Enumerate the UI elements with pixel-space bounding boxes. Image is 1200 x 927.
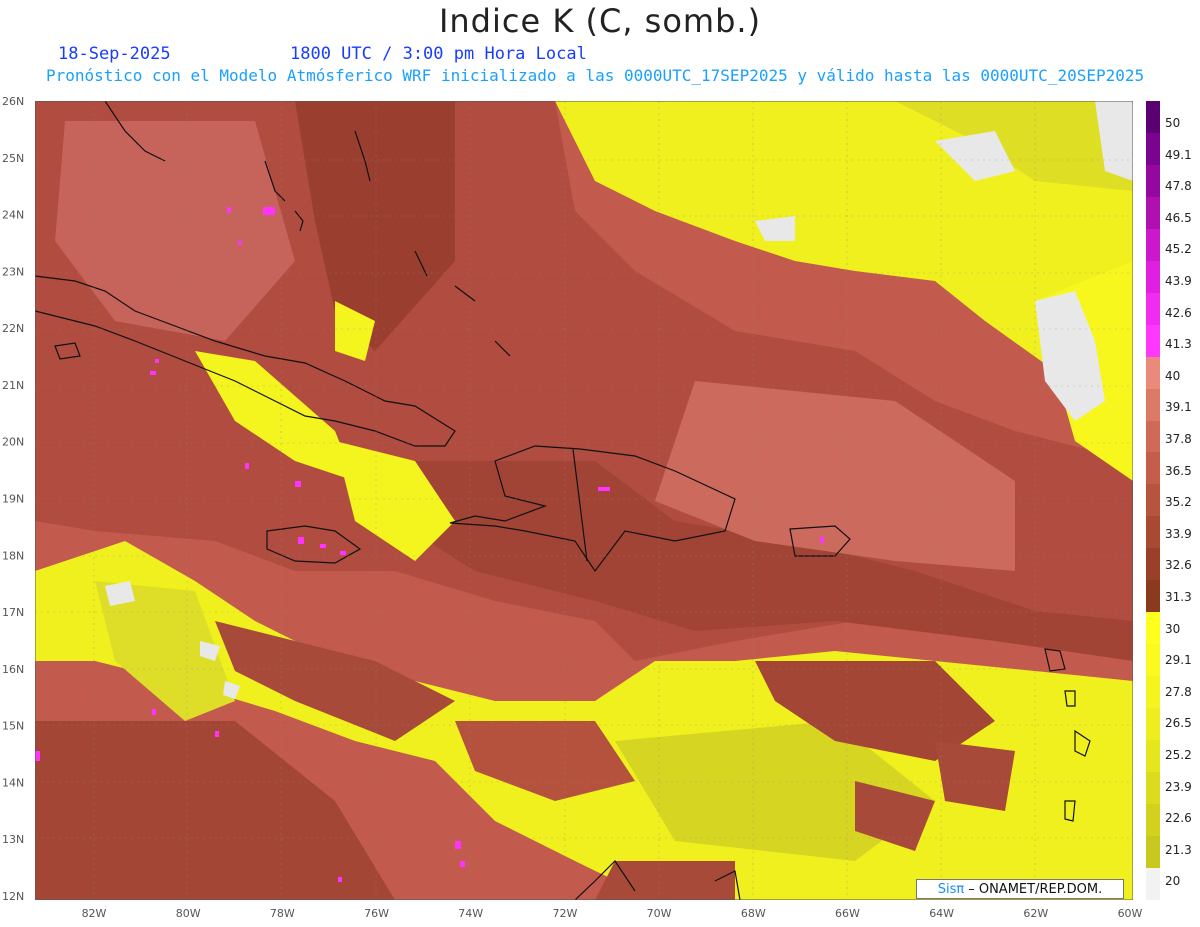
longitude-label: 72W (552, 907, 577, 920)
longitude-label: 76W (364, 907, 389, 920)
color-scale-segment (1146, 708, 1160, 741)
color-scale-segment (1146, 292, 1160, 325)
latitude-label: 25N (2, 152, 24, 165)
longitude-label: 66W (835, 907, 860, 920)
color-scale-segment (1146, 260, 1160, 293)
latitude-label: 15N (2, 720, 24, 733)
color-scale-label: 29.1 (1165, 653, 1192, 668)
color-scale-segment (1146, 132, 1160, 165)
color-scale-segment (1146, 580, 1160, 613)
color-scale-segment (1146, 612, 1160, 645)
longitude-label: 60W (1118, 907, 1143, 920)
color-scale-segment (1146, 452, 1160, 485)
color-scale-label: 33.9 (1165, 526, 1192, 541)
color-scale-label: 39.1 (1165, 400, 1192, 415)
color-scale-label: 25.2 (1165, 748, 1192, 762)
credit-text: – ONAMET/REP.DOM. (968, 881, 1103, 897)
color-scale-label: 30 (1165, 621, 1181, 636)
color-scale-label: 43.9 (1165, 274, 1192, 288)
longitude-label: 82W (82, 907, 107, 920)
latitude-label: 12N (2, 890, 24, 903)
longitude-label: 70W (647, 907, 672, 920)
forecast-date: 18-Sep-2025 (58, 44, 171, 64)
color-scale-label: 23.9 (1165, 779, 1192, 794)
longitude-label: 68W (741, 907, 766, 920)
color-scale-label: 45.2 (1165, 242, 1192, 257)
color-scale-segment (1146, 516, 1160, 549)
forecast-time: 1800 UTC / 3:00 pm Hora Local (290, 44, 587, 64)
color-scale-segment (1146, 548, 1160, 581)
color-scale-label: 21.3 (1165, 842, 1192, 857)
longitude-label: 74W (458, 907, 483, 920)
latitude-label: 22N (2, 322, 24, 335)
credit-box: Sisπ – ONAMET/REP.DOM. (916, 879, 1124, 899)
color-scale-label: 20 (1165, 874, 1181, 889)
color-scale-label: 40 (1165, 368, 1181, 383)
latitude-label: 16N (2, 663, 24, 676)
color-scale-segment (1146, 324, 1160, 357)
latitude-label: 23N (2, 265, 24, 278)
longitude-label: 64W (929, 907, 954, 920)
sispi-logo: Sisπ (937, 881, 965, 897)
color-scale-label: 37.8 (1165, 432, 1192, 446)
latitude-label: 20N (2, 436, 24, 449)
forecast-description: Pronóstico con el Modelo Atmósferico WRF… (46, 66, 1145, 85)
longitude-label: 80W (176, 907, 201, 920)
color-scale-label: 42.6 (1165, 305, 1192, 320)
latitude-label: 14N (2, 776, 24, 789)
color-scale-segment (1146, 867, 1160, 900)
color-scale-label: 41.3 (1165, 337, 1192, 352)
color-scale-segment (1146, 803, 1160, 836)
latitude-label: 18N (2, 549, 24, 562)
color-scale-label: 46.5 (1165, 210, 1192, 225)
latitude-label: 13N (2, 833, 24, 846)
latitude-label: 17N (2, 606, 24, 619)
color-scale-label: 47.8 (1165, 179, 1192, 194)
latitude-label: 21N (2, 379, 24, 392)
color-scale-label: 31.3 (1165, 590, 1192, 604)
color-scale-label: 36.5 (1165, 463, 1192, 478)
map-title: Indice K (C, somb.) (438, 2, 762, 40)
color-scale-bar (1146, 101, 1160, 900)
longitude-label: 62W (1023, 907, 1048, 920)
longitude-axis: 82W 80W 78W 76W 74W 72W 70W 68W 66W 64W 62W 60W (82, 907, 1143, 920)
color-scale-label: 27.8 (1165, 684, 1192, 699)
color-scale-segment (1146, 484, 1160, 517)
color-scale-segment (1146, 644, 1160, 677)
color-scale-label: 32.6 (1165, 558, 1192, 573)
color-scale-label: 22.6 (1165, 811, 1192, 826)
color-scale-segment (1146, 835, 1160, 868)
color-scale-segment (1146, 101, 1160, 133)
latitude-label: 26N (2, 95, 24, 108)
color-scale-label: 35.2 (1165, 495, 1192, 510)
latitude-label: 24N (2, 209, 24, 222)
color-scale-segment (1146, 356, 1160, 389)
color-scale-segment (1146, 164, 1160, 197)
color-scale-segment (1146, 196, 1160, 229)
color-scale-segment (1146, 772, 1160, 804)
color-scale-segment (1146, 228, 1160, 261)
latitude-axis: 26N 25N 24N 23N 22N 21N 20N 19N 18N 17N 16N 15N 14N 1… (2, 95, 24, 903)
color-scale-segment (1146, 388, 1160, 421)
latitude-label: 19N (2, 493, 24, 506)
color-scale-label: 26.5 (1165, 716, 1192, 731)
color-scale-segment (1146, 420, 1160, 453)
k-index-map (35, 101, 1133, 900)
longitude-label: 78W (270, 907, 295, 920)
color-scale-label: 49.1 (1165, 147, 1192, 162)
color-scale-label: 50 (1165, 116, 1181, 130)
color-scale-segment (1146, 676, 1160, 709)
color-scale-segment (1146, 740, 1160, 773)
